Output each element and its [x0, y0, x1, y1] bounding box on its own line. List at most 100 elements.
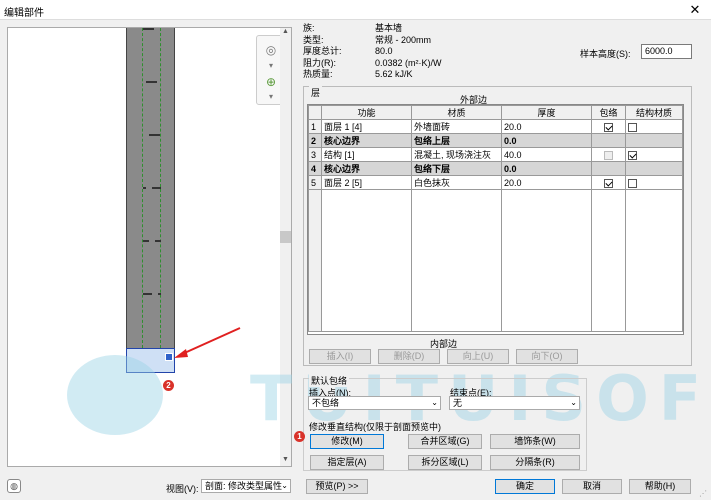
cell-wrap[interactable]: [591, 119, 626, 134]
prop-label: 热质量:: [303, 69, 333, 79]
wrap-checkbox[interactable]: [604, 122, 613, 132]
merge-regions-button[interactable]: 合并区域(G): [408, 434, 482, 449]
property-labels: 族: 类型: 厚度总计: 阻力(R): 热质量:: [303, 23, 373, 81]
cell-material[interactable]: 包络上层: [411, 133, 502, 148]
step-badge-2: 2: [163, 380, 174, 391]
cell-thickness[interactable]: 20.0: [501, 175, 592, 190]
nav-wheel-icon[interactable]: ◎: [263, 42, 279, 58]
section-preview[interactable]: 2 ◎ ▾ ⊕ ▾ ▲ ▼: [7, 27, 292, 467]
preview-toggle-button[interactable]: 预览(P) >>: [306, 479, 368, 494]
structural-checkbox[interactable]: [628, 178, 637, 188]
zoom-icon[interactable]: ⊕: [263, 74, 279, 90]
sample-height-input[interactable]: 6000.0: [641, 44, 692, 59]
move-up-button[interactable]: 向上(U): [447, 349, 509, 364]
column-header[interactable]: 功能: [321, 105, 412, 120]
row-index[interactable]: 2: [308, 133, 322, 148]
concrete-speck: [158, 134, 160, 136]
prop-value: 80.0: [375, 46, 393, 56]
insert-point-select[interactable]: 不包络 ⌄: [308, 396, 441, 410]
close-icon[interactable]: ✕: [680, 0, 710, 20]
cell-structural[interactable]: [625, 147, 683, 162]
cell-wrap[interactable]: [591, 161, 626, 176]
wall-section: [126, 28, 175, 348]
cell-material[interactable]: 外墙面砖: [411, 119, 502, 134]
cell-structural[interactable]: [625, 133, 683, 148]
structural-checkbox[interactable]: [628, 150, 637, 160]
view-label: 视图(V):: [166, 484, 199, 494]
cell-wrap[interactable]: [591, 133, 626, 148]
vertical-scrollbar[interactable]: [280, 28, 291, 466]
column-header[interactable]: 材质: [411, 105, 502, 120]
cell-function[interactable]: 面层 2 [5]: [321, 175, 412, 190]
cell-function[interactable]: 结构 [1]: [321, 147, 412, 162]
row-index[interactable]: 5: [308, 175, 322, 190]
cell-function[interactable]: 面层 1 [4]: [321, 119, 412, 134]
chevron-down-icon: ⌄: [570, 398, 577, 407]
cell-thickness[interactable]: 40.0: [501, 147, 592, 162]
ok-button[interactable]: 确定: [495, 479, 555, 494]
cell-material[interactable]: 包络下层: [411, 161, 502, 176]
resize-grip-icon[interactable]: ⋰: [699, 489, 709, 499]
cell-material[interactable]: 混凝土, 现场浇注灰: [411, 147, 502, 162]
sweeps-button[interactable]: 墙饰条(W): [490, 434, 580, 449]
column-header[interactable]: 结构材质: [625, 105, 683, 120]
structural-checkbox[interactable]: [628, 122, 637, 132]
reveals-button[interactable]: 分隔条(R): [490, 455, 580, 470]
cell-function[interactable]: 核心边界: [321, 133, 412, 148]
end-point-select[interactable]: 无 ⌄: [449, 396, 580, 410]
scrollbar-thumb[interactable]: [280, 231, 291, 243]
concrete-speck: [147, 240, 149, 242]
column-header[interactable]: 包络: [591, 105, 626, 120]
prop-value: 常规 - 200mm: [375, 34, 432, 45]
prop-label: 厚度总计:: [303, 46, 342, 56]
prop-label: 族:: [303, 23, 315, 33]
cell-structural[interactable]: [625, 175, 683, 190]
help-tooltip-icon[interactable]: ◍: [7, 479, 21, 493]
prop-value: 0.0382 (m²·K)/W: [375, 57, 442, 68]
cell-structural[interactable]: [625, 119, 683, 134]
chevron-down-icon[interactable]: ▾: [263, 58, 279, 74]
wrap-checkbox[interactable]: [604, 178, 613, 188]
table-row[interactable]: 2 核心边界 包络上层 0.0: [308, 133, 683, 148]
cell-thickness[interactable]: 0.0: [501, 161, 592, 176]
scroll-down-icon[interactable]: ▼: [280, 456, 291, 466]
delete-layer-button[interactable]: 删除(D): [378, 349, 440, 364]
window-title: 编辑部件: [4, 8, 44, 19]
split-region-button[interactable]: 拆分区域(L): [408, 455, 482, 470]
layers-table: 功能 材质 厚度 包络 结构材质 1 面层 1 [4] 外墙面砖 20.0 2 核心边界包…: [307, 104, 684, 335]
table-row[interactable]: 1 面层 1 [4] 外墙面砖 20.0: [308, 119, 683, 134]
insert-point-value: 不包络: [312, 398, 340, 408]
move-down-button[interactable]: 向下(O): [516, 349, 578, 364]
cancel-button[interactable]: 取消: [562, 479, 622, 494]
wrap-checkbox[interactable]: [604, 150, 613, 160]
prop-value: 基本墙: [375, 23, 403, 33]
table-row[interactable]: 3 结构 [1] 混凝土, 现场浇注灰 40.0: [308, 147, 683, 162]
row-index[interactable]: 1: [308, 119, 322, 134]
table-row[interactable]: 5 面层 2 [5] 白色抹灰 20.0: [308, 175, 683, 190]
help-button[interactable]: 帮助(H): [629, 479, 691, 494]
cell-material[interactable]: 白色抹灰: [411, 175, 502, 190]
chevron-down-icon[interactable]: ▾: [263, 89, 279, 105]
row-index[interactable]: 3: [308, 147, 322, 162]
column-header[interactable]: 厚度: [501, 105, 592, 120]
cell-wrap[interactable]: [591, 147, 626, 162]
row-index[interactable]: 4: [308, 161, 322, 176]
cell-structural[interactable]: [625, 161, 683, 176]
cell-thickness[interactable]: 20.0: [501, 119, 592, 134]
table-row[interactable]: 4 核心边界 包络下层 0.0: [308, 161, 683, 176]
table-empty-area: [308, 189, 683, 332]
scroll-up-icon[interactable]: ▲: [280, 28, 291, 38]
concrete-speck: [152, 28, 154, 30]
cell-wrap[interactable]: [591, 175, 626, 190]
cell-thickness[interactable]: 0.0: [501, 133, 592, 148]
cell-function[interactable]: 核心边界: [321, 161, 412, 176]
sample-height-label: 样本高度(S):: [580, 49, 631, 59]
end-point-value: 无: [453, 398, 463, 408]
assign-layers-button[interactable]: 指定层(A): [310, 455, 384, 470]
view-select[interactable]: 剖面: 修改类型属性 ⌄: [201, 479, 291, 493]
chevron-down-icon: ⌄: [281, 481, 288, 490]
insert-layer-button[interactable]: 插入(I): [309, 349, 371, 364]
concrete-speck: [159, 240, 161, 242]
concrete-speck: [159, 293, 161, 295]
modify-button[interactable]: 修改(M): [310, 434, 384, 449]
